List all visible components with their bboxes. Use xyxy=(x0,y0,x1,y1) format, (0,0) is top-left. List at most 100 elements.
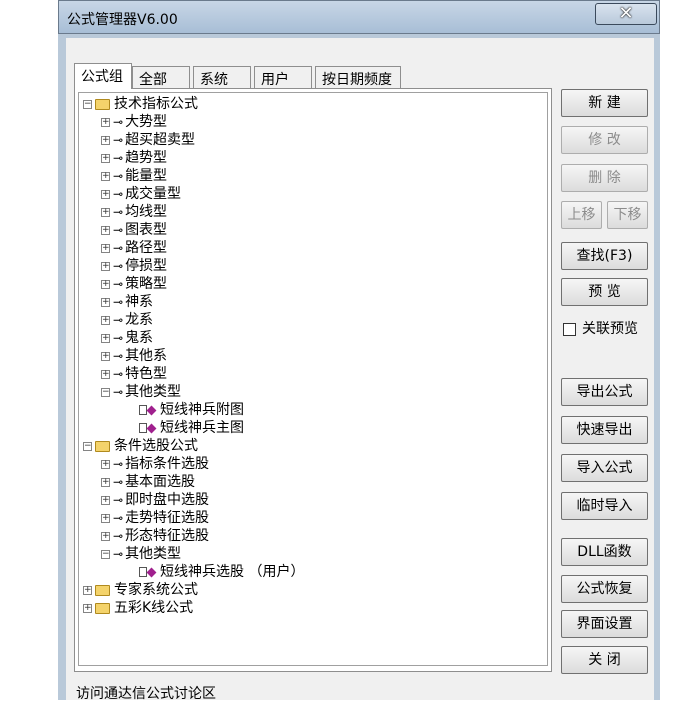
expand-icon[interactable]: + xyxy=(101,315,110,325)
tree-formula[interactable]: 短线神兵选股 （用户） xyxy=(139,563,304,581)
tree-category[interactable]: + ⊸ 大势型 xyxy=(101,113,167,131)
window-title: 公式管理器V6.00 xyxy=(67,12,178,28)
tree-category[interactable]: + ⊸ 停损型 xyxy=(101,257,167,275)
temp-import-button[interactable]: 临时导入 xyxy=(561,492,648,520)
tree-category[interactable]: + ⊸ 走势特征选股 xyxy=(101,509,209,527)
key-icon: ⊸ xyxy=(113,205,123,219)
checkbox-box[interactable] xyxy=(563,322,576,336)
key-icon: ⊸ xyxy=(113,313,123,327)
collapse-icon[interactable]: − xyxy=(83,441,92,451)
tab-system[interactable]: 系统 xyxy=(193,66,251,88)
expand-icon[interactable]: + xyxy=(101,477,110,487)
tree-group-tech-indicators[interactable]: − 技术指标公式 xyxy=(83,95,198,113)
tree-category[interactable]: + ⊸ 鬼系 xyxy=(101,329,153,347)
expand-icon[interactable]: + xyxy=(101,261,110,271)
linked-preview-checkbox[interactable]: 关联预览 xyxy=(563,318,638,338)
collapse-icon[interactable]: − xyxy=(101,387,110,397)
key-icon: ⊸ xyxy=(113,349,123,363)
restore-formula-button[interactable]: 公式恢复 xyxy=(561,575,648,603)
tree-category[interactable]: + ⊸ 特色型 xyxy=(101,365,167,383)
tree-category[interactable]: + ⊸ 指标条件选股 xyxy=(101,455,209,473)
expand-icon[interactable]: + xyxy=(101,369,110,379)
dll-function-button[interactable]: DLL函数 xyxy=(561,538,648,566)
export-formula-button[interactable]: 导出公式 xyxy=(561,378,648,406)
tree-category[interactable]: + ⊸ 策略型 xyxy=(101,275,167,293)
expand-icon[interactable]: + xyxy=(101,297,110,307)
expand-icon[interactable]: + xyxy=(101,513,110,523)
tree-category[interactable]: + ⊸ 图表型 xyxy=(101,221,167,239)
expand-icon[interactable]: + xyxy=(101,207,110,217)
tab-formula-group[interactable]: 公式组 xyxy=(74,63,132,89)
tab-all[interactable]: 全部 xyxy=(132,66,190,88)
tree-formula[interactable]: 短线神兵附图 xyxy=(139,401,244,419)
expand-icon[interactable]: + xyxy=(101,153,110,163)
tree-category[interactable]: + ⊸ 成交量型 xyxy=(101,185,181,203)
expand-icon[interactable]: + xyxy=(101,459,110,469)
key-icon: ⊸ xyxy=(113,151,123,165)
key-icon: ⊸ xyxy=(113,529,123,543)
expand-icon[interactable]: + xyxy=(101,279,110,289)
close-button[interactable]: 关 闭 xyxy=(561,646,648,674)
expand-icon[interactable]: + xyxy=(101,495,110,505)
expand-icon[interactable]: + xyxy=(101,171,110,181)
tree-category[interactable]: + ⊸ 路径型 xyxy=(101,239,167,257)
new-button[interactable]: 新 建 xyxy=(561,89,648,117)
expand-icon[interactable]: + xyxy=(101,189,110,199)
close-icon: ✕ xyxy=(618,3,634,24)
expand-icon[interactable]: + xyxy=(101,135,110,145)
tree-category[interactable]: + ⊸ 基本面选股 xyxy=(101,473,195,491)
tree-category[interactable]: + ⊸ 超买超卖型 xyxy=(101,131,195,149)
tree-category[interactable]: − ⊸ 其他类型 xyxy=(101,545,181,563)
key-icon: ⊸ xyxy=(113,331,123,345)
key-icon: ⊸ xyxy=(113,169,123,183)
collapse-icon[interactable]: − xyxy=(101,549,110,559)
tree-group-color-kline[interactable]: + 五彩K线公式 xyxy=(83,599,193,617)
collapse-icon[interactable]: − xyxy=(83,99,92,109)
tree-category[interactable]: + ⊸ 趋势型 xyxy=(101,149,167,167)
tree-formula[interactable]: 短线神兵主图 xyxy=(139,419,244,437)
expand-icon[interactable]: + xyxy=(83,585,92,595)
tree-category[interactable]: + ⊸ 即时盘中选股 xyxy=(101,491,209,509)
tree-category[interactable]: + ⊸ 其他系 xyxy=(101,347,167,365)
tree-category[interactable]: + ⊸ 神系 xyxy=(101,293,153,311)
preview-button[interactable]: 预 览 xyxy=(561,278,648,306)
expand-icon[interactable]: + xyxy=(101,351,110,361)
folder-icon xyxy=(95,602,110,614)
expand-icon[interactable]: + xyxy=(101,243,110,253)
key-icon: ⊸ xyxy=(113,133,123,147)
tree-category[interactable]: + ⊸ 龙系 xyxy=(101,311,153,329)
expand-icon[interactable]: + xyxy=(101,225,110,235)
close-window-button[interactable]: ✕ xyxy=(595,3,657,25)
edit-button[interactable]: 修 改 xyxy=(561,126,648,154)
tree-category[interactable]: + ⊸ 均线型 xyxy=(101,203,167,221)
move-down-button[interactable]: 下移 xyxy=(607,201,648,229)
delete-button[interactable]: 删 除 xyxy=(561,164,648,192)
quick-export-button[interactable]: 快速导出 xyxy=(561,416,648,444)
tree-group-condition-selection[interactable]: − 条件选股公式 xyxy=(83,437,198,455)
tree-category[interactable]: + ⊸ 能量型 xyxy=(101,167,167,185)
tree-category[interactable]: + ⊸ 形态特征选股 xyxy=(101,527,209,545)
expand-icon[interactable]: + xyxy=(83,603,92,613)
tab-user[interactable]: 用户 xyxy=(254,66,312,88)
formula-tree[interactable]: − 技术指标公式 + ⊸ 大势型 + ⊸ 超买超卖型 + ⊸ 趋势型 + ⊸ 能量型 + ⊸ 成交量型 + ⊸ 均线… xyxy=(78,92,548,666)
client-area: 公式组 全部 系统 用户 按日期频度 − 技术指标公式 + ⊸ 大势型 + ⊸ 超买超卖型 +… xyxy=(66,38,654,703)
find-button[interactable]: 查找(F3) xyxy=(561,242,648,270)
folder-icon xyxy=(95,584,110,596)
tab-by-date-frequency[interactable]: 按日期频度 xyxy=(315,66,401,88)
key-icon: ⊸ xyxy=(113,493,123,507)
expand-icon[interactable]: + xyxy=(101,117,110,127)
folder-icon xyxy=(95,440,110,452)
window-frame: 公式组 全部 系统 用户 按日期频度 − 技术指标公式 + ⊸ 大势型 + ⊸ 超买超卖型 +… xyxy=(58,34,660,703)
import-formula-button[interactable]: 导入公式 xyxy=(561,454,648,482)
expand-icon[interactable]: + xyxy=(101,531,110,541)
key-icon: ⊸ xyxy=(113,259,123,273)
move-up-button[interactable]: 上移 xyxy=(561,201,602,229)
expand-icon[interactable]: + xyxy=(101,333,110,343)
key-icon: ⊸ xyxy=(113,367,123,381)
tree-category[interactable]: − ⊸ 其他类型 xyxy=(101,383,181,401)
folder-icon xyxy=(95,98,110,110)
forum-link[interactable]: 访问通达信公式讨论区 xyxy=(76,683,216,703)
formula-diamond-icon xyxy=(146,567,157,577)
ui-settings-button[interactable]: 界面设置 xyxy=(561,610,648,638)
tree-group-expert-system[interactable]: + 专家系统公式 xyxy=(83,581,198,599)
